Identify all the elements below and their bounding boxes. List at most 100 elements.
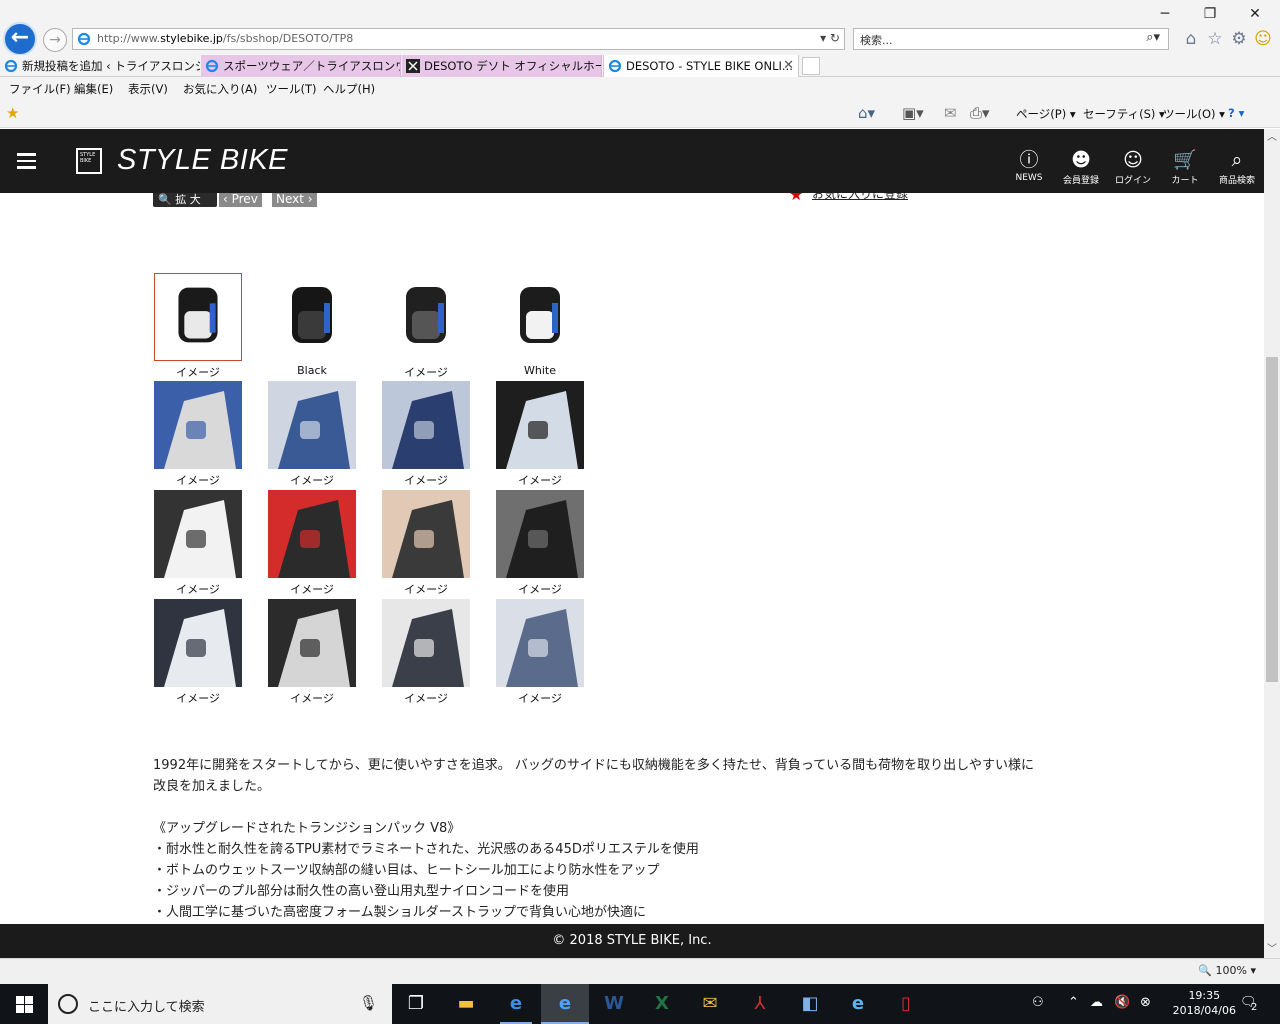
product-thumbnail[interactable]: イメージ [381, 380, 471, 488]
internet-explorer-icon[interactable]: e [541, 984, 589, 1024]
tab-3[interactable]: DESOTO デソト オフィシャルホーム... [402, 55, 602, 77]
zoom-level[interactable]: 🔍 100% ▾ [1198, 964, 1256, 977]
minimize-button[interactable]: ─ [1150, 4, 1180, 24]
search-icon[interactable]: ⌕▾ [1146, 30, 1160, 45]
document-app-icon[interactable]: ▯ [882, 984, 930, 1024]
mail-app-icon[interactable]: ✉ [686, 984, 734, 1024]
product-thumbnail[interactable]: イメージ [267, 489, 357, 597]
feed-icon[interactable]: ▣▾ [902, 104, 924, 122]
help-menu[interactable]: ? ▾ [1228, 106, 1244, 120]
zoom-button[interactable]: 🔍 拡 大 [153, 193, 217, 207]
menu-edit[interactable]: 編集(E) [74, 81, 113, 97]
gear-icon[interactable]: ⚙ [1228, 28, 1250, 50]
menu-tools[interactable]: ツール(T) [266, 81, 317, 97]
logo-mark[interactable]: STYLE BIKE [76, 148, 102, 174]
favorites-add-icon[interactable]: ★ [6, 104, 19, 122]
home-icon[interactable]: ⌂▾ [858, 104, 875, 122]
product-thumbnail[interactable]: イメージ [381, 598, 471, 706]
menu-view[interactable]: 表示(V) [128, 81, 168, 97]
word-icon[interactable]: W [590, 984, 638, 1024]
file-explorer-icon[interactable]: ▬ [442, 984, 490, 1024]
vertical-scrollbar[interactable]: ︿ ﹀ [1264, 129, 1280, 958]
product-thumbnail[interactable]: イメージ [495, 598, 585, 706]
scroll-down-arrow-icon[interactable]: ﹀ [1264, 941, 1280, 958]
thumbnail-image[interactable] [496, 381, 584, 469]
thumbnail-image[interactable] [154, 381, 242, 469]
thumbnail-image[interactable] [382, 599, 470, 687]
taskbar-search[interactable]: ここに入力して検索 🎙 [48, 984, 392, 1024]
product-thumbnail[interactable]: イメージ [153, 489, 243, 597]
thumbnail-image[interactable] [382, 273, 470, 361]
excel-icon[interactable]: X [638, 984, 686, 1024]
onedrive-icon[interactable]: ☁ [1090, 995, 1103, 1010]
nav-cart[interactable]: 🛒 カート [1159, 149, 1211, 186]
clock[interactable]: 19:35 2018/04/06 [1173, 988, 1236, 1018]
home-icon[interactable]: ⌂ [1180, 28, 1202, 50]
volume-muted-icon[interactable]: 🔇 [1114, 995, 1130, 1010]
thumbnail-image[interactable] [382, 490, 470, 578]
safety-menu[interactable]: セーフティ(S) ▾ [1083, 106, 1165, 122]
product-thumbnail[interactable]: White [495, 272, 585, 380]
mail-icon[interactable]: ✉ [944, 104, 957, 122]
thumbnail-image[interactable] [154, 490, 242, 578]
close-tab-icon[interactable]: ✕ [783, 55, 794, 77]
menu-favorites[interactable]: お気に入り(A) [183, 81, 257, 97]
nav-news[interactable]: ⓘ NEWS [1003, 149, 1055, 183]
hamburger-menu-icon[interactable] [17, 153, 36, 169]
scrollbar-thumb[interactable] [1266, 357, 1278, 682]
thumbnail-image[interactable] [268, 490, 356, 578]
page-menu[interactable]: ページ(P) ▾ [1016, 106, 1076, 122]
product-thumbnail[interactable]: イメージ [267, 598, 357, 706]
nav-register[interactable]: ☻ 会員登録 [1055, 149, 1107, 186]
product-thumbnail[interactable]: イメージ [153, 598, 243, 706]
thumbnail-image[interactable] [268, 381, 356, 469]
edge-icon[interactable]: e [492, 984, 540, 1024]
task-view-icon[interactable]: ❐ [392, 984, 440, 1024]
scroll-up-arrow-icon[interactable]: ︿ [1264, 129, 1280, 146]
product-thumbnail[interactable]: イメージ [267, 380, 357, 488]
prev-button[interactable]: ‹ Prev [219, 193, 262, 207]
tab-2[interactable]: スポーツウェア／トライアスロンウェア... [201, 55, 401, 77]
close-window-button[interactable]: ✕ [1240, 4, 1270, 24]
address-bar[interactable]: http://www.stylebike.jp/fs/sbshop/DESOTO… [72, 28, 845, 50]
back-button[interactable]: ← [3, 22, 37, 56]
network-off-icon[interactable]: ⊗ [1140, 995, 1151, 1010]
start-button[interactable] [0, 984, 48, 1024]
photos-icon[interactable]: ◧ [786, 984, 834, 1024]
nav-product-search[interactable]: ⌕ 商品検索 [1211, 149, 1263, 186]
thumbnail-image[interactable] [154, 599, 242, 687]
restore-button[interactable]: ❐ [1195, 4, 1225, 24]
thumbnail-image[interactable] [496, 599, 584, 687]
thumbnail-image[interactable] [382, 381, 470, 469]
thumbnail-image[interactable] [496, 273, 584, 361]
tab-4-active[interactable]: DESOTO - STYLE BIKE ONLI... ✕ [603, 55, 799, 77]
thumbnail-image[interactable] [268, 599, 356, 687]
product-thumbnail[interactable]: イメージ [381, 272, 471, 380]
smiley-icon[interactable]: ☺ [1252, 28, 1274, 50]
refresh-icon[interactable]: ▾ ↻ [820, 31, 840, 45]
browser-search-input[interactable]: 検索... ⌕▾ [853, 28, 1169, 50]
menu-help[interactable]: ヘルプ(H) [323, 81, 375, 97]
forward-button[interactable]: → [43, 28, 67, 52]
new-tab-button[interactable] [802, 57, 820, 75]
favorite-star-icon[interactable]: ★ [789, 193, 805, 203]
tab-1[interactable]: 新規投稿を追加 ‹ トライアスロンシ... [0, 55, 200, 77]
site-logo[interactable]: STYLE BIKE [117, 144, 288, 177]
product-thumbnail[interactable]: イメージ [153, 272, 243, 380]
next-button[interactable]: Next › [272, 193, 317, 207]
favorites-star-icon[interactable]: ☆ [1204, 28, 1226, 50]
tray-chevron-icon[interactable]: ⌃ [1068, 995, 1079, 1010]
product-thumbnail[interactable]: Black [267, 272, 357, 380]
microphone-icon[interactable]: 🎙 [359, 994, 378, 1012]
people-icon[interactable]: ⚇ [1032, 995, 1044, 1010]
tools-menu[interactable]: ツール(O) ▾ [1163, 106, 1225, 122]
menu-file[interactable]: ファイル(F) [9, 81, 71, 97]
thumbnail-image[interactable] [154, 273, 242, 361]
product-thumbnail[interactable]: イメージ [495, 380, 585, 488]
add-favorite-link[interactable]: お気に入りに登録 [812, 193, 908, 202]
print-icon[interactable]: ⎙▾ [970, 104, 990, 122]
thumbnail-image[interactable] [268, 273, 356, 361]
product-thumbnail[interactable]: イメージ [495, 489, 585, 597]
product-thumbnail[interactable]: イメージ [153, 380, 243, 488]
nav-login[interactable]: ☺ ログイン [1107, 149, 1159, 186]
